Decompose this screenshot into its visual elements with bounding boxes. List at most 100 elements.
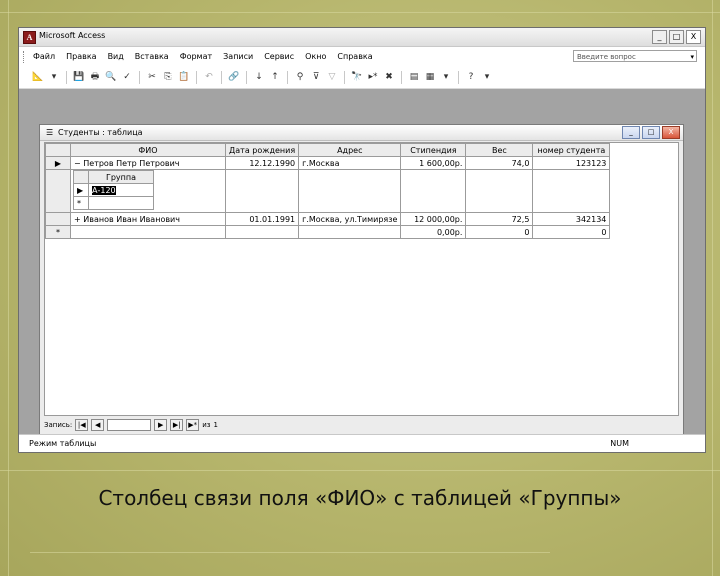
title-bar: A Microsoft Access _ □ X	[19, 28, 705, 47]
background-line	[0, 470, 720, 471]
copy-icon[interactable]: ⎘	[161, 71, 175, 84]
cell-fio[interactable]: − Петров Петр Петрович	[70, 156, 226, 170]
new-cell-stipend[interactable]: 0,00р.	[400, 225, 467, 239]
record-number-field[interactable]	[107, 419, 152, 431]
window-controls: _ □ X	[652, 30, 701, 44]
minimize-button[interactable]: _	[652, 30, 667, 44]
cut-icon[interactable]: ✂	[145, 71, 159, 84]
menu-insert[interactable]: Вставка	[135, 52, 169, 61]
maximize-button[interactable]: □	[669, 30, 684, 44]
column-header[interactable]: Адрес	[298, 143, 402, 157]
find-icon[interactable]: 🔭	[350, 71, 364, 84]
new-object-icon[interactable]: ▦	[423, 71, 437, 84]
toolbar-separator	[344, 71, 345, 84]
sub-cell-group[interactable]: А-120	[88, 183, 154, 197]
status-mode: Режим таблицы	[29, 439, 97, 448]
new-cell[interactable]	[70, 225, 226, 239]
cell-stipend[interactable]: 12 000,00р.	[400, 212, 467, 226]
expand-minus-icon[interactable]: −	[74, 159, 81, 168]
spelling-icon[interactable]: ✓	[120, 71, 134, 84]
menu-edit[interactable]: Правка	[66, 52, 96, 61]
help-icon[interactable]: ?	[464, 71, 478, 84]
app-title: Microsoft Access	[39, 31, 106, 40]
new-record-icon[interactable]: *	[45, 225, 71, 239]
cell-fio[interactable]: + Иванов Иван Иванович	[70, 212, 226, 226]
menu-format[interactable]: Формат	[180, 52, 212, 61]
cell-weight[interactable]: 74,0	[465, 156, 534, 170]
next-record-button[interactable]: ▶	[154, 419, 168, 431]
close-button[interactable]: X	[686, 30, 701, 44]
ask-question-input[interactable]: Введите вопрос ▾	[573, 50, 697, 62]
new-object-dropdown-icon[interactable]: ▾	[439, 71, 453, 84]
row-selector[interactable]	[45, 169, 71, 213]
new-record-nav-button[interactable]: ▶*	[186, 419, 200, 431]
filter-form-icon[interactable]: ⊽	[309, 71, 323, 84]
sub-new-record-icon[interactable]: *	[73, 196, 89, 210]
sub-current-record-icon[interactable]: ▶	[73, 183, 89, 197]
paste-icon[interactable]: 📋	[177, 71, 191, 84]
undo-icon[interactable]: ↶	[202, 71, 216, 84]
ask-question-placeholder: Введите вопрос	[577, 53, 636, 61]
table-icon: ☰	[46, 128, 54, 137]
cell-number[interactable]: 342134	[532, 212, 611, 226]
subdatasheet-cell: Группа ▶ А-120 *	[70, 169, 226, 213]
cell-address[interactable]: г.Москва	[298, 156, 402, 170]
new-record-icon[interactable]: ▸*	[366, 71, 380, 84]
print-icon[interactable]: 🖶	[88, 71, 102, 84]
cell-address[interactable]: г.Москва, ул.Тимирязе	[298, 212, 402, 226]
save-icon[interactable]: 💾	[72, 71, 86, 84]
column-header[interactable]: номер студента	[532, 143, 611, 157]
expand-plus-icon[interactable]: +	[74, 215, 81, 224]
table-close-button[interactable]: X	[662, 126, 680, 139]
record-navigator: Запись: |◀ ◀ ▶ ▶| ▶* из 1	[44, 418, 679, 432]
apply-filter-icon[interactable]: ▽	[325, 71, 339, 84]
filter-selection-icon[interactable]: ⚲	[293, 71, 307, 84]
sub-column-header[interactable]: Группа	[88, 170, 154, 184]
delete-record-icon[interactable]: ✖	[382, 71, 396, 84]
new-cell-weight[interactable]: 0	[465, 225, 534, 239]
menu-help[interactable]: Справка	[337, 52, 372, 61]
new-cell[interactable]	[298, 225, 402, 239]
cell-stipend[interactable]: 1 600,00р.	[400, 156, 467, 170]
current-record-icon[interactable]: ▶	[45, 156, 71, 170]
column-header[interactable]: Стипендия	[400, 143, 467, 157]
row-selector[interactable]	[45, 212, 71, 226]
view-dropdown-icon[interactable]: ▾	[47, 71, 61, 84]
sort-asc-icon[interactable]: ↓	[252, 71, 266, 84]
menu-grip-icon[interactable]	[23, 51, 27, 63]
design-view-icon[interactable]: 📐	[31, 71, 45, 84]
empty-cell	[532, 169, 611, 213]
cell-date[interactable]: 12.12.1990	[224, 156, 300, 170]
column-header[interactable]: Вес	[465, 143, 534, 157]
sub-new-cell[interactable]	[88, 196, 154, 210]
new-cell-number[interactable]: 0	[532, 225, 611, 239]
first-record-button[interactable]: |◀	[75, 419, 89, 431]
sub-cell-value: А-120	[92, 185, 116, 195]
sort-desc-icon[interactable]: ↑	[268, 71, 282, 84]
menu-file[interactable]: Файл	[33, 52, 55, 61]
cell-date[interactable]: 01.01.1991	[224, 212, 300, 226]
menu-records[interactable]: Записи	[223, 52, 253, 61]
hyperlink-icon[interactable]: 🔗	[227, 71, 241, 84]
subdatasheet: Группа ▶ А-120 *	[73, 170, 154, 210]
previous-record-button[interactable]: ◀	[91, 419, 105, 431]
menu-tools[interactable]: Сервис	[264, 52, 294, 61]
chevron-down-icon[interactable]: ▾	[690, 51, 694, 63]
table-maximize-button[interactable]: □	[642, 126, 660, 139]
table-minimize-button[interactable]: _	[622, 126, 640, 139]
last-record-button[interactable]: ▶|	[170, 419, 184, 431]
background-line	[30, 552, 550, 553]
database-window-icon[interactable]: ▤	[407, 71, 421, 84]
cell-weight[interactable]: 72,5	[465, 212, 534, 226]
preview-icon[interactable]: 🔍	[104, 71, 118, 84]
toolbar-options-icon[interactable]: ▾	[480, 71, 494, 84]
menu-window[interactable]: Окно	[305, 52, 326, 61]
table-row: + Иванов Иван Иванович 01.01.1991 г.Моск…	[45, 212, 611, 226]
new-cell[interactable]	[224, 225, 300, 239]
cell-number[interactable]: 123123	[532, 156, 611, 170]
corner-selector[interactable]	[45, 143, 71, 157]
column-header[interactable]: Дата рождения	[224, 143, 300, 157]
menu-view[interactable]: Вид	[108, 52, 124, 61]
column-header[interactable]: ФИО	[70, 143, 226, 157]
sub-corner[interactable]	[73, 170, 89, 184]
